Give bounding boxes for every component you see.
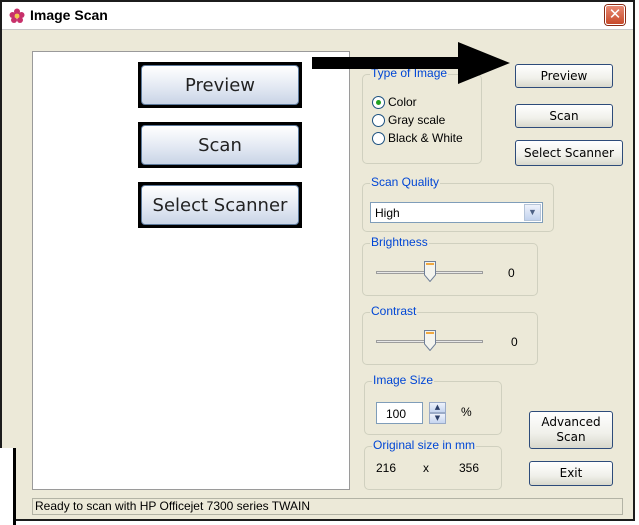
- scan-preview-area: [32, 51, 350, 490]
- flower-icon: [9, 8, 25, 23]
- advanced-scan-label-line1: Advanced: [541, 415, 601, 429]
- scan-button-label: Scan: [549, 108, 579, 123]
- radio-color-label: Color: [388, 95, 417, 109]
- scan-quality-select[interactable]: High ▼: [370, 202, 543, 223]
- radio-gray-scale[interactable]: Gray scale: [372, 113, 445, 127]
- original-size-group: Original size in mm 216 x 356: [364, 438, 502, 490]
- scan-quality-value: High: [375, 206, 400, 220]
- radio-gray-scale-label: Gray scale: [388, 113, 446, 127]
- spin-down-icon[interactable]: ▼: [429, 413, 446, 424]
- status-text: Ready to scan with HP Officejet 7300 ser…: [35, 499, 311, 513]
- advanced-scan-label-line2: Scan: [556, 430, 586, 444]
- radio-button[interactable]: [372, 131, 385, 145]
- exit-button-label: Exit: [559, 466, 583, 480]
- left-edge-bar: [0, 448, 16, 525]
- contrast-legend: Contrast: [370, 304, 418, 318]
- type-of-image-group: Type of Image Color Gray scale Black & W…: [362, 66, 482, 164]
- contrast-value: 0: [511, 335, 518, 349]
- radio-black-white-label: Black & White: [388, 131, 463, 145]
- title-bar: Image Scan ✕: [2, 2, 633, 30]
- zoomed-preview-label: Preview: [141, 65, 299, 105]
- select-scanner-button-label: Select Scanner: [524, 145, 614, 160]
- image-size-legend: Image Size: [372, 373, 435, 387]
- image-size-value: 100: [386, 407, 407, 421]
- zoomed-scan-button[interactable]: Scan: [138, 122, 302, 168]
- original-width-value: 216: [376, 461, 397, 475]
- original-height-value: 356: [459, 461, 480, 475]
- radio-button[interactable]: [372, 113, 385, 127]
- close-icon: ✕: [608, 5, 622, 23]
- advanced-scan-button[interactable]: Advanced Scan: [529, 411, 613, 449]
- arrow-right-icon: [312, 42, 510, 84]
- close-button[interactable]: ✕: [605, 5, 625, 25]
- preview-button-label: Preview: [540, 68, 588, 83]
- original-size-legend: Original size in mm: [372, 438, 477, 452]
- image-size-stepper[interactable]: ▲ ▼: [429, 402, 446, 424]
- preview-button[interactable]: Preview: [515, 64, 613, 88]
- scan-button[interactable]: Scan: [515, 104, 613, 128]
- image-size-input[interactable]: 100: [376, 402, 423, 424]
- zoomed-select-scanner-label: Select Scanner: [141, 185, 299, 225]
- brightness-legend: Brightness: [370, 235, 429, 249]
- brightness-slider-thumb[interactable]: [423, 261, 436, 282]
- chevron-down-icon[interactable]: ▼: [524, 204, 541, 221]
- window-title: Image Scan: [30, 7, 108, 23]
- zoomed-scan-label: Scan: [141, 125, 299, 165]
- radio-button-selected[interactable]: [372, 95, 385, 109]
- status-bar: Ready to scan with HP Officejet 7300 ser…: [32, 498, 623, 515]
- scan-quality-group: Scan Quality High ▼: [362, 175, 554, 232]
- select-scanner-button[interactable]: Select Scanner: [515, 140, 623, 166]
- image-size-group: Image Size 100 ▲ ▼ %: [364, 373, 502, 435]
- brightness-value: 0: [508, 266, 515, 280]
- original-size-separator: x: [423, 461, 429, 475]
- radio-black-white[interactable]: Black & White: [372, 131, 463, 145]
- scan-quality-legend: Scan Quality: [370, 175, 441, 189]
- zoomed-preview-button[interactable]: Preview: [138, 62, 302, 108]
- brightness-group: Brightness 0: [362, 235, 538, 296]
- zoomed-select-scanner-button[interactable]: Select Scanner: [138, 182, 302, 228]
- exit-button[interactable]: Exit: [529, 461, 613, 486]
- image-size-unit: %: [461, 405, 472, 419]
- spin-up-icon[interactable]: ▲: [429, 402, 446, 413]
- contrast-slider-thumb[interactable]: [423, 330, 436, 351]
- radio-color[interactable]: Color: [372, 95, 417, 109]
- contrast-group: Contrast 0: [362, 304, 538, 365]
